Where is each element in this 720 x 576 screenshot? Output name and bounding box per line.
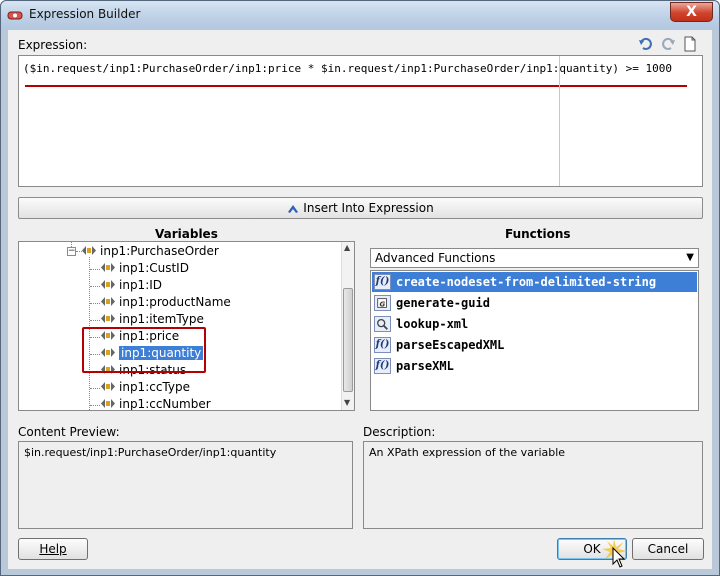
chevron-up-icon	[288, 205, 299, 213]
insert-button-label: Insert Into Expression	[303, 201, 434, 215]
expression-label: Expression:	[18, 38, 88, 52]
xml-element-icon	[101, 280, 115, 289]
functions-title: Functions	[505, 227, 571, 241]
tree-node-cctype[interactable]: inp1:ccType	[100, 379, 190, 396]
redo-icon[interactable]	[660, 36, 676, 52]
function-icon: f()	[374, 358, 391, 374]
tree-node-ccnumber[interactable]: inp1:ccNumber	[100, 396, 211, 411]
chevron-down-icon: ▼	[686, 252, 694, 263]
undo-icon[interactable]	[638, 36, 654, 52]
window-title: Expression Builder	[29, 7, 141, 21]
cancel-button[interactable]: Cancel	[632, 538, 704, 560]
tree-connector	[90, 269, 100, 270]
scroll-down-icon[interactable]: ▼	[344, 398, 350, 407]
expression-toolbar	[638, 36, 698, 52]
content-preview-box[interactable]: $in.request/inp1:PurchaseOrder/inp1:quan…	[18, 441, 353, 529]
title-bar[interactable]: Expression Builder X	[1, 1, 719, 29]
close-button[interactable]: X	[670, 2, 713, 22]
xml-element-icon	[101, 314, 115, 323]
help-button[interactable]: Help	[18, 538, 88, 560]
dialog-body: Expression: ($in.request/inp1:PurchaseOr…	[8, 30, 712, 569]
guid-icon: G	[374, 295, 391, 311]
svg-text:G: G	[379, 301, 385, 309]
tree-connector	[90, 388, 100, 389]
lookup-icon	[374, 316, 391, 332]
description-text: An XPath expression of the variable	[369, 446, 566, 459]
variables-scrollbar[interactable]: ▲ ▼	[341, 242, 354, 410]
xml-element-icon	[101, 297, 115, 306]
insert-into-expression-button[interactable]: Insert Into Expression	[18, 197, 703, 219]
function-name: parseXML	[396, 359, 454, 373]
tree-node-productname[interactable]: inp1:productName	[100, 294, 231, 311]
tree-node-label: inp1:ccNumber	[119, 397, 211, 411]
variables-tree[interactable]: − inp1:PurchaseOrder inp1:CustID inp1:ID…	[18, 241, 355, 411]
app-icon	[7, 11, 23, 20]
xml-element-icon	[101, 263, 115, 272]
function-icon: f()	[374, 337, 391, 353]
content-preview-text: $in.request/inp1:PurchaseOrder/inp1:quan…	[24, 446, 277, 459]
function-name: create-nodeset-from-delimited-string	[396, 275, 657, 289]
function-item[interactable]: lookup-xml	[372, 314, 697, 334]
function-category-value: Advanced Functions	[375, 251, 496, 265]
function-item[interactable]: f() parseXML	[372, 356, 697, 376]
description-box[interactable]: An XPath expression of the variable	[363, 441, 703, 529]
expression-builder-window: Expression Builder X Expression: ($in.re…	[0, 0, 720, 576]
function-name: lookup-xml	[396, 317, 469, 331]
function-icon: f()	[374, 274, 391, 290]
new-document-icon[interactable]	[682, 36, 698, 52]
content-preview-label: Content Preview:	[18, 425, 120, 439]
function-name: parseEscapedXML	[396, 338, 505, 352]
tree-node-itemtype[interactable]: inp1:itemType	[100, 311, 204, 328]
tree-node-id[interactable]: inp1:ID	[100, 277, 162, 294]
expression-text: ($in.request/inp1:PurchaseOrder/inp1:pri…	[23, 62, 673, 75]
mouse-cursor-icon	[612, 547, 626, 568]
tree-connector	[90, 286, 100, 287]
expression-divider	[559, 56, 560, 186]
tree-node-custid[interactable]: inp1:CustID	[100, 260, 189, 277]
expression-editor[interactable]: ($in.request/inp1:PurchaseOrder/inp1:pri…	[18, 55, 703, 187]
xml-element-icon	[101, 399, 115, 408]
tree-connector	[90, 303, 100, 304]
tree-node-purchaseorder[interactable]: inp1:PurchaseOrder	[81, 243, 219, 260]
cancel-button-label: Cancel	[647, 542, 689, 556]
function-category-select[interactable]: Advanced Functions ▼	[370, 248, 699, 268]
function-name: generate-guid	[396, 296, 490, 310]
ok-button-label: OK	[583, 542, 601, 556]
xml-element-icon	[101, 382, 115, 391]
function-item[interactable]: G generate-guid	[372, 293, 697, 313]
scroll-up-icon[interactable]: ▲	[344, 243, 350, 252]
tree-node-label: inp1:productName	[119, 295, 231, 309]
xml-element-icon	[82, 246, 96, 255]
scrollbar-thumb[interactable]	[343, 288, 353, 392]
function-item[interactable]: f() create-nodeset-from-delimited-string	[372, 272, 697, 292]
tree-node-label: inp1:ID	[119, 278, 163, 292]
expression-underline	[25, 85, 687, 87]
description-label: Description:	[363, 425, 436, 439]
tree-node-label: inp1:CustID	[119, 261, 189, 275]
tree-node-label: inp1:PurchaseOrder	[100, 244, 219, 258]
functions-list[interactable]: f() create-nodeset-from-delimited-string…	[370, 270, 699, 411]
tree-node-label: inp1:itemType	[119, 312, 204, 326]
highlight-box	[82, 327, 206, 373]
function-item[interactable]: f() parseEscapedXML	[372, 335, 697, 355]
variables-title: Variables	[155, 227, 218, 241]
help-button-label: Help	[39, 542, 67, 556]
tree-node-label: inp1:ccType	[119, 380, 190, 394]
tree-connector	[90, 320, 100, 321]
collapse-icon[interactable]: −	[67, 247, 76, 256]
tree-connector	[90, 405, 100, 406]
